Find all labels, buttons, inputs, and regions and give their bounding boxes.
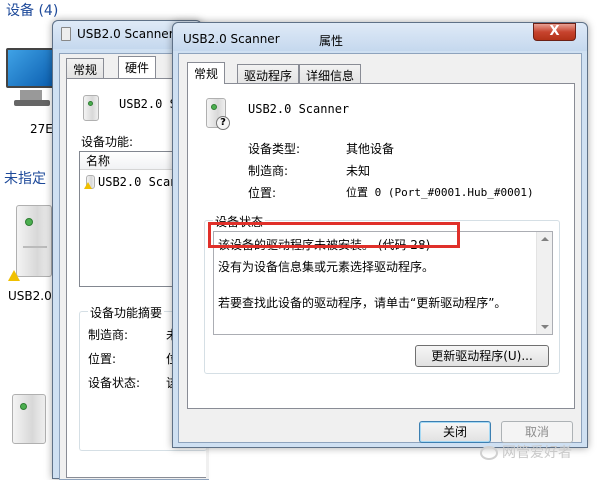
scanner-device-icon[interactable]: [16, 205, 52, 277]
scanner-device-icon-2[interactable]: [12, 394, 46, 444]
device-type-label: 设备类型:: [248, 142, 301, 156]
summary-status-label: 设备状态:: [88, 376, 141, 390]
watermark: 网管爱好者: [480, 442, 572, 462]
device-icon: ?: [206, 98, 232, 134]
dialog-title-device: USB2.0 Scanner: [183, 32, 280, 46]
warning-icon: [84, 182, 92, 189]
dialog-title-suffix: 属性: [319, 34, 344, 48]
summary-location-label: 位置:: [88, 352, 117, 366]
category-heading-unspecified: 未指定: [4, 171, 46, 187]
dialog-body: 常规 驱动程序 详细信息 ? USB2.0 Scanner 设备类型: 其他设备…: [178, 53, 582, 443]
error-highlight-box: [208, 222, 460, 248]
back-tab-general[interactable]: 常规: [66, 58, 105, 78]
device-icon: [83, 95, 99, 121]
manufacturer-value: 未知: [346, 164, 371, 178]
question-icon: ?: [216, 116, 230, 130]
monitor-device-label: 27E: [30, 122, 53, 136]
scroll-up-icon[interactable]: [541, 237, 549, 241]
watermark-text: 网管爱好者: [502, 445, 572, 461]
tab-general[interactable]: 常规: [187, 62, 226, 84]
function-summary-legend: 设备功能摘要: [88, 304, 165, 321]
tab-driver[interactable]: 驱动程序: [237, 64, 300, 84]
location-label: 位置:: [248, 186, 277, 200]
category-heading-devices: 设备 (4): [6, 3, 59, 19]
status-detail-line: 没有为设备信息集或元素选择驱动程序。: [218, 260, 435, 274]
status-hint-line: 若要查找此设备的驱动程序，请单击“更新驱动程序”。: [218, 296, 507, 310]
summary-manufacturer-label: 制造商:: [88, 328, 129, 342]
cancel-button[interactable]: 取消: [501, 421, 573, 443]
update-driver-button[interactable]: 更新驱动程序(U)...: [415, 345, 549, 367]
device-type-value: 其他设备: [346, 142, 395, 156]
close-icon: X: [549, 24, 560, 39]
location-value: 位置 0 (Port_#0001.Hub_#0001): [346, 186, 534, 199]
monitor-device-icon[interactable]: [6, 40, 54, 112]
manufacturer-label: 制造商:: [248, 164, 289, 178]
scroll-down-icon[interactable]: [541, 325, 549, 329]
device-name: USB2.0 Scanner: [248, 102, 350, 116]
back-window-title: USB2.0 Scanner: [77, 27, 174, 41]
back-device-name: USB2.0 S: [119, 97, 177, 111]
back-tab-hardware[interactable]: 硬件: [118, 56, 157, 78]
tab-details[interactable]: 详细信息: [299, 64, 362, 84]
close-window-button[interactable]: X: [533, 23, 576, 41]
device-small-icon: [61, 27, 71, 41]
close-dialog-button[interactable]: 关闭: [419, 421, 491, 443]
chat-icon: [480, 446, 498, 460]
device-functions-label: 设备功能:: [81, 135, 134, 149]
warning-icon: [8, 270, 20, 281]
status-scrollbar[interactable]: [536, 232, 552, 334]
